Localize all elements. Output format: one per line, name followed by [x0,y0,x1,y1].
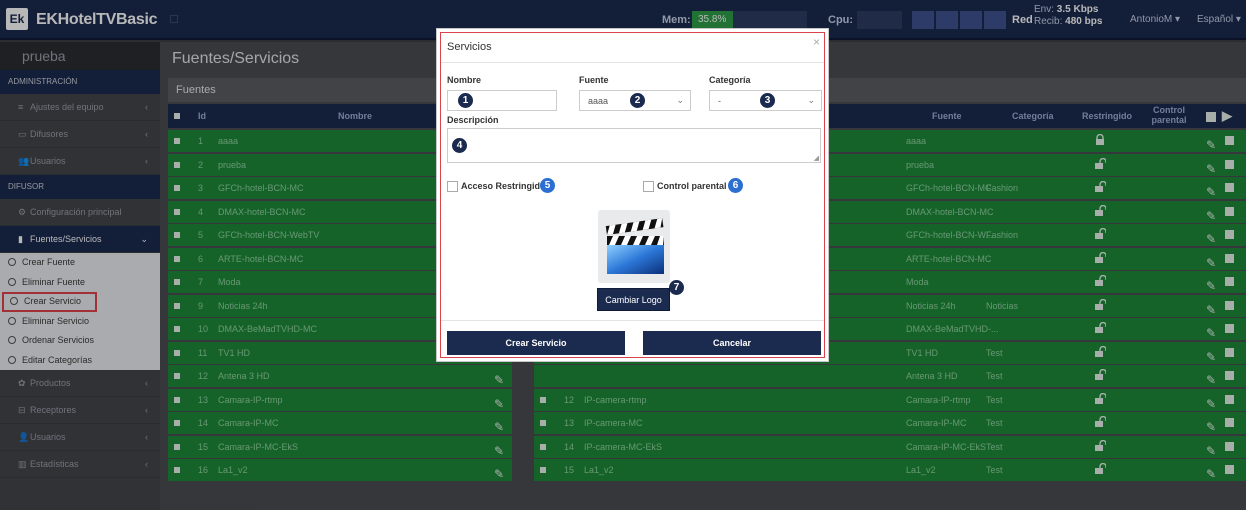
control-parental-checkbox[interactable] [643,181,654,192]
control-parental-label: Control parental [657,181,727,191]
step-badge-6: 6 [728,178,743,193]
acceso-restringido-label: Acceso Restringido [461,181,546,191]
step-badge-5: 5 [540,178,555,193]
modal-title: Servicios [447,41,492,53]
resize-handle-icon[interactable]: ◢ [814,154,819,162]
step-badge-4: 4 [452,138,467,153]
chevron-down-icon: ⌄ [807,95,815,105]
close-icon[interactable]: × [813,35,820,49]
acceso-restringido-checkbox[interactable] [447,181,458,192]
divider [441,62,824,63]
cancelar-button[interactable]: Cancelar [643,331,821,355]
descripcion-textarea[interactable]: 4 ◢ [447,128,821,163]
descripcion-label: Descripción [447,115,499,125]
fuente-select[interactable]: aaaa 2 ⌄ [579,90,691,111]
clapperboard-icon [605,218,664,274]
step-badge-1: 1 [458,93,473,108]
nombre-input[interactable]: 1 [447,90,557,111]
divider [441,320,824,321]
categoria-label: Categoría [709,75,751,85]
chevron-down-icon: ⌄ [676,95,684,105]
cambiar-logo-button[interactable]: Cambiar Logo [597,288,670,311]
step-badge-3: 3 [760,93,775,108]
step-badge-7: 7 [669,280,684,295]
service-logo-image [598,210,670,283]
servicios-modal: Servicios × Nombre Fuente Categoría 1 aa… [436,28,829,362]
fuente-label: Fuente [579,75,609,85]
nombre-label: Nombre [447,75,482,85]
crear-servicio-button[interactable]: Crear Servicio [447,331,625,355]
step-badge-2: 2 [630,93,645,108]
categoria-select[interactable]: - 3 ⌄ [709,90,822,111]
